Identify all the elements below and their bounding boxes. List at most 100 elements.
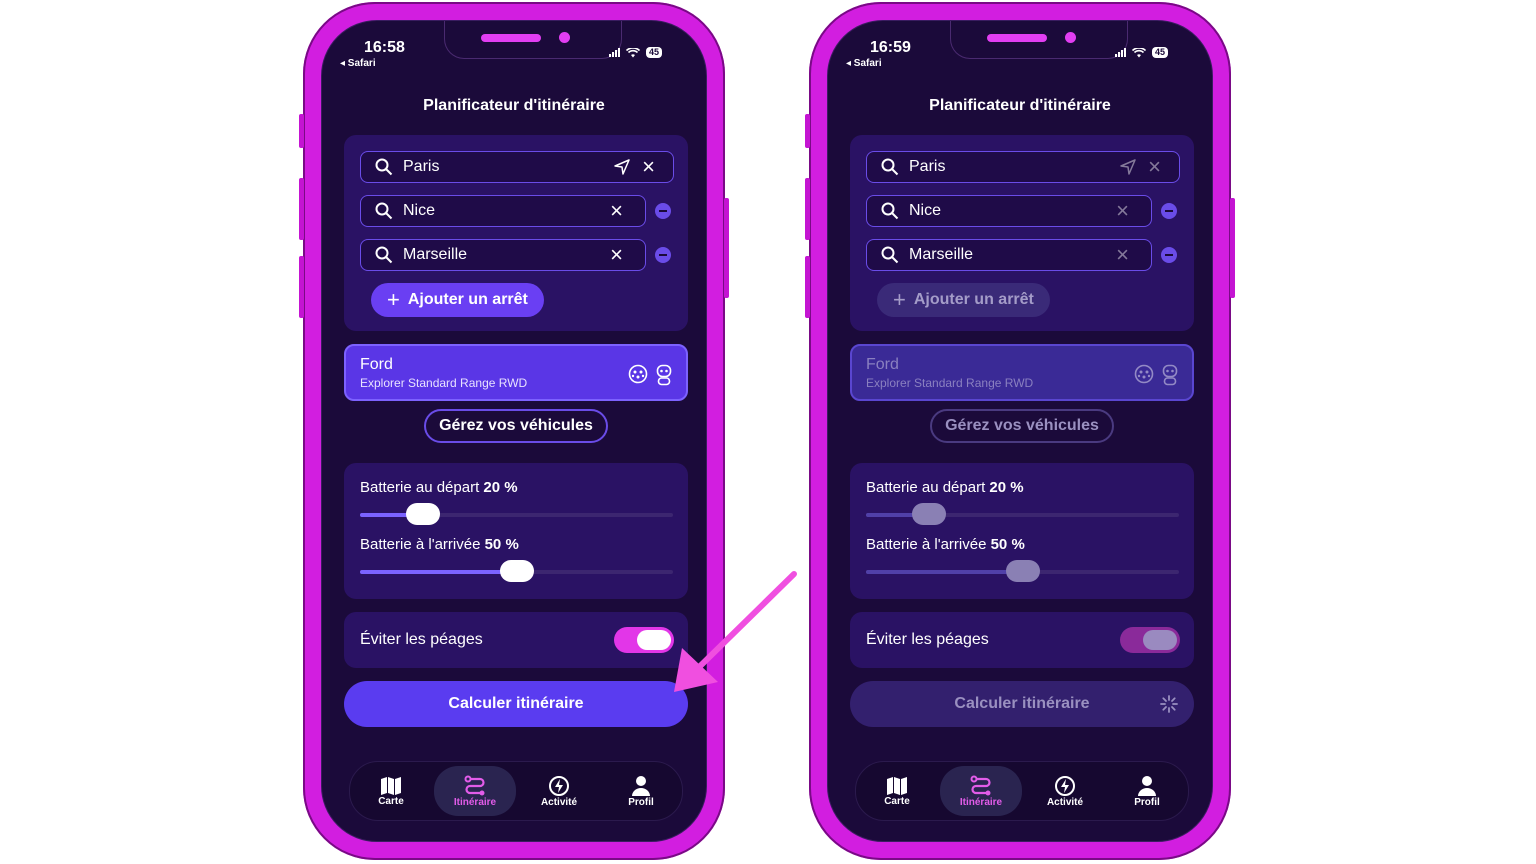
stop-input-value: Marseille <box>909 246 974 263</box>
tab-activite[interactable]: Activité <box>1024 762 1106 820</box>
slider-thumb[interactable] <box>911 503 946 525</box>
status-icons: 45 <box>1114 47 1168 58</box>
slider-thumb[interactable] <box>405 503 440 525</box>
add-stop-button[interactable]: + Ajouter un arrêt <box>877 283 1050 317</box>
tab-carte[interactable]: Carte <box>856 762 938 820</box>
manage-vehicles-button[interactable]: Gérez vos véhicules <box>930 409 1114 443</box>
stop-input-value: Nice <box>909 202 942 219</box>
vehicle-model: Explorer Standard Range RWD <box>866 376 1034 390</box>
back-to-safari[interactable]: ◂ Safari <box>340 58 376 69</box>
avoid-tolls-label: Éviter les péages <box>866 631 989 648</box>
vehicle-card[interactable]: Ford Explorer Standard Range RWD <box>344 344 688 401</box>
status-time: 16:58 <box>364 39 405 56</box>
stops-card: Paris × Nice × Marseille × + Ajouter un a… <box>344 135 688 331</box>
search-icon <box>881 158 899 176</box>
tab-label: Activité <box>1046 796 1084 808</box>
battery-start-label: Batterie au départ 20 % <box>866 479 1024 496</box>
location-arrow-icon[interactable] <box>614 159 630 175</box>
search-icon <box>881 202 899 220</box>
tab-bar: Carte Itinéraire Activité Profil <box>855 761 1189 821</box>
search-icon <box>375 202 393 220</box>
battery-card: Batterie au départ 20 % Batterie à l'arr… <box>344 463 688 599</box>
tab-activite[interactable]: Activité <box>518 762 600 820</box>
avoid-tolls-label: Éviter les péages <box>360 631 483 648</box>
status-icons: 45 <box>608 47 662 58</box>
page-title: Planificateur d'itinéraire <box>929 97 1111 114</box>
add-stop-label: Ajouter un arrêt <box>407 291 528 308</box>
connector-ccs-icon <box>1162 364 1178 386</box>
stop-input-value: Nice <box>403 202 436 219</box>
vehicle-card[interactable]: Ford Explorer Standard Range RWD <box>850 344 1194 401</box>
clear-icon[interactable]: × <box>1148 156 1161 178</box>
calculate-route-button[interactable]: Calculer itinéraire <box>344 681 688 727</box>
calculate-route-button[interactable]: Calculer itinéraire <box>850 681 1194 727</box>
battery-start-slider[interactable] <box>866 503 1179 525</box>
stop-input-origin[interactable]: Paris × <box>360 151 674 183</box>
route-icon <box>464 775 485 795</box>
vehicle-brand: Ford <box>360 356 393 373</box>
tab-carte[interactable]: Carte <box>350 762 432 820</box>
remove-stop-button[interactable] <box>1161 247 1177 263</box>
calculate-label: Calculer itinéraire <box>954 695 1090 712</box>
battery-end-slider[interactable] <box>360 560 673 582</box>
signal-icon <box>608 48 620 57</box>
wifi-icon <box>1131 47 1146 57</box>
battery-indicator: 45 <box>645 47 662 58</box>
phone-frame-before: 16:58 ◂ Safari 45 Planificateur d'itinér… <box>299 2 729 860</box>
manage-vehicles-button[interactable]: Gérez vos véhicules <box>424 409 608 443</box>
remove-stop-button[interactable] <box>655 203 671 219</box>
stops-card: Paris × Nice × Marseille × + Ajouter un a… <box>850 135 1194 331</box>
page-title: Planificateur d'itinéraire <box>423 97 605 114</box>
wifi-icon <box>625 47 640 57</box>
map-icon <box>887 776 907 795</box>
slider-fill <box>360 570 517 574</box>
battery-start-slider[interactable] <box>360 503 673 525</box>
stop-input-1[interactable]: Nice × <box>360 195 646 227</box>
vehicle-brand: Ford <box>866 356 899 373</box>
back-to-safari[interactable]: ◂ Safari <box>846 58 882 69</box>
loading-spinner-icon <box>1160 695 1178 713</box>
remove-stop-button[interactable] <box>655 247 671 263</box>
battery-end-slider[interactable] <box>866 560 1179 582</box>
notch <box>444 21 622 59</box>
stop-input-2[interactable]: Marseille × <box>866 239 1152 271</box>
tab-profil[interactable]: Profil <box>1106 762 1188 820</box>
clear-icon[interactable]: × <box>1116 200 1129 222</box>
clear-icon[interactable]: × <box>610 244 623 266</box>
tolls-card: Éviter les péages <box>344 612 688 668</box>
tab-itineraire[interactable]: Itinéraire <box>940 766 1022 816</box>
stop-input-origin[interactable]: Paris × <box>866 151 1180 183</box>
battery-indicator: 45 <box>1151 47 1168 58</box>
plus-icon: + <box>387 287 400 312</box>
phone-frame-after: 16:59 ◂ Safari 45 Planificateur d'itinér… <box>805 2 1235 860</box>
clear-icon[interactable]: × <box>610 200 623 222</box>
tab-label: Carte <box>378 795 404 807</box>
tab-label: Profil <box>1134 796 1160 808</box>
tab-label: Profil <box>628 796 654 808</box>
slider-thumb[interactable] <box>1005 560 1040 582</box>
tab-label: Activité <box>540 796 578 808</box>
tab-bar: Carte Itinéraire Activité Profil <box>349 761 683 821</box>
tab-label: Carte <box>884 795 910 807</box>
tab-profil[interactable]: Profil <box>600 762 682 820</box>
clear-icon[interactable]: × <box>642 156 655 178</box>
location-arrow-icon[interactable] <box>1120 159 1136 175</box>
stop-input-1[interactable]: Nice × <box>866 195 1152 227</box>
battery-end-label: Batterie à l'arrivée 50 % <box>866 536 1025 553</box>
search-icon <box>375 158 393 176</box>
connector-type2-icon <box>628 364 648 384</box>
stop-input-2[interactable]: Marseille × <box>360 239 646 271</box>
annotation-arrow-icon <box>674 571 797 692</box>
signal-icon <box>1114 48 1126 57</box>
remove-stop-button[interactable] <box>1161 203 1177 219</box>
route-icon <box>970 775 991 795</box>
add-stop-button[interactable]: + Ajouter un arrêt <box>371 283 544 317</box>
plus-icon: + <box>893 287 906 312</box>
avoid-tolls-toggle[interactable] <box>1120 627 1180 653</box>
user-icon <box>1138 775 1156 796</box>
clear-icon[interactable]: × <box>1116 244 1129 266</box>
slider-thumb[interactable] <box>499 560 534 582</box>
tab-itineraire[interactable]: Itinéraire <box>434 766 516 816</box>
notch <box>950 21 1128 59</box>
battery-card: Batterie au départ 20 % Batterie à l'arr… <box>850 463 1194 599</box>
